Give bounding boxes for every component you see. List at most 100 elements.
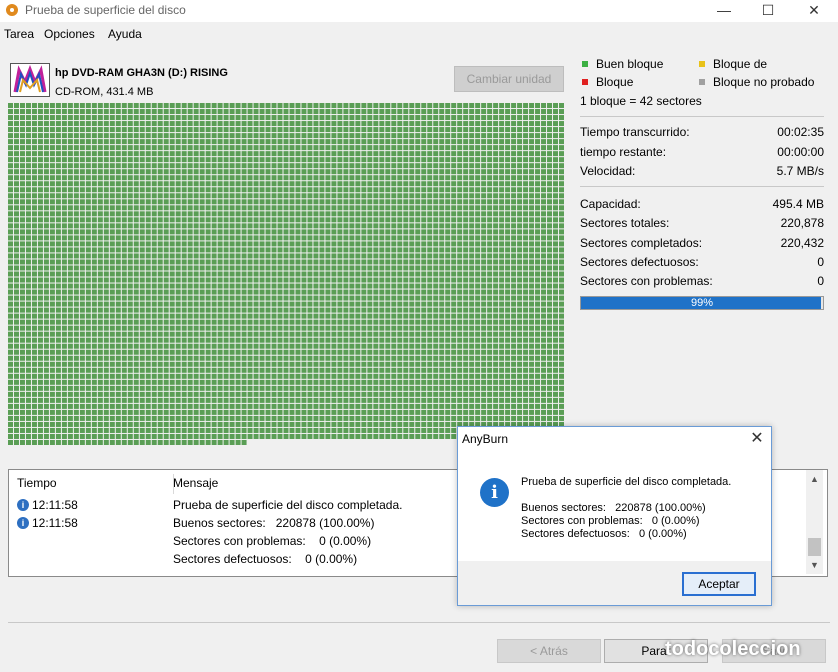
- good-block: [517, 343, 523, 349]
- good-block: [31, 169, 37, 175]
- good-block: [163, 247, 169, 253]
- good-block: [151, 259, 157, 265]
- good-block: [319, 367, 325, 373]
- minimize-button[interactable]: —: [702, 0, 746, 22]
- good-block: [403, 331, 409, 337]
- good-block: [175, 313, 181, 319]
- good-block: [229, 295, 235, 301]
- menu-tarea[interactable]: Tarea: [4, 27, 34, 41]
- good-block: [331, 349, 337, 355]
- good-block: [373, 181, 379, 187]
- good-block: [295, 139, 301, 145]
- good-block: [109, 385, 115, 391]
- good-block: [439, 355, 445, 361]
- good-block: [517, 385, 523, 391]
- good-block: [259, 325, 265, 331]
- good-block: [25, 223, 31, 229]
- good-block: [163, 325, 169, 331]
- good-block: [103, 307, 109, 313]
- good-block: [229, 187, 235, 193]
- good-block: [271, 367, 277, 373]
- good-block: [97, 355, 103, 361]
- good-block: [241, 199, 247, 205]
- good-block: [355, 331, 361, 337]
- good-block: [277, 331, 283, 337]
- good-block: [151, 331, 157, 337]
- good-block: [85, 355, 91, 361]
- good-block: [31, 103, 37, 109]
- good-block: [313, 145, 319, 151]
- good-block: [181, 379, 187, 385]
- change-drive-button[interactable]: Cambiar unidad: [454, 66, 564, 92]
- good-block: [385, 379, 391, 385]
- menu-opciones[interactable]: Opciones: [44, 27, 95, 41]
- good-block: [385, 241, 391, 247]
- good-block: [541, 385, 547, 391]
- good-block: [475, 133, 481, 139]
- good-block: [211, 247, 217, 253]
- good-block: [469, 109, 475, 115]
- good-block: [247, 337, 253, 343]
- good-block: [61, 145, 67, 151]
- good-block: [451, 169, 457, 175]
- good-block: [193, 169, 199, 175]
- good-block: [421, 397, 427, 403]
- good-block: [115, 355, 121, 361]
- good-block: [253, 367, 259, 373]
- good-block: [151, 145, 157, 151]
- good-block: [19, 289, 25, 295]
- good-block: [535, 199, 541, 205]
- good-block: [121, 223, 127, 229]
- good-block: [121, 127, 127, 133]
- good-block: [181, 199, 187, 205]
- good-block: [25, 139, 31, 145]
- good-block: [247, 283, 253, 289]
- good-block: [13, 325, 19, 331]
- good-block: [8, 181, 13, 187]
- good-block: [151, 379, 157, 385]
- good-block: [463, 223, 469, 229]
- good-block: [115, 247, 121, 253]
- drive-logo: [10, 63, 50, 97]
- good-block: [91, 163, 97, 169]
- good-block: [175, 295, 181, 301]
- close-button[interactable]: ✕: [792, 0, 836, 22]
- good-block: [103, 145, 109, 151]
- good-block: [277, 229, 283, 235]
- good-block: [151, 277, 157, 283]
- good-block: [133, 343, 139, 349]
- menu-ayuda[interactable]: Ayuda: [108, 27, 142, 41]
- good-block: [487, 133, 493, 139]
- good-block: [283, 205, 289, 211]
- good-block: [541, 343, 547, 349]
- good-block: [493, 205, 499, 211]
- good-block: [367, 385, 373, 391]
- good-block: [367, 355, 373, 361]
- good-block: [487, 145, 493, 151]
- good-block: [205, 121, 211, 127]
- good-block: [25, 277, 31, 283]
- good-block: [103, 265, 109, 271]
- maximize-button[interactable]: ☐: [746, 0, 790, 22]
- good-block: [487, 385, 493, 391]
- good-block: [331, 235, 337, 241]
- good-block: [355, 115, 361, 121]
- good-block: [301, 103, 307, 109]
- good-block: [343, 205, 349, 211]
- good-block: [361, 379, 367, 385]
- good-block: [205, 301, 211, 307]
- good-block: [19, 127, 25, 133]
- good-block: [67, 283, 73, 289]
- good-block: [223, 349, 229, 355]
- good-block: [79, 409, 85, 415]
- good-block: [127, 229, 133, 235]
- good-block: [349, 289, 355, 295]
- good-block: [109, 121, 115, 127]
- good-block: [103, 367, 109, 373]
- good-block: [553, 253, 559, 259]
- good-block: [295, 325, 301, 331]
- good-block: [415, 193, 421, 199]
- good-block: [529, 409, 535, 415]
- good-block: [529, 325, 535, 331]
- good-block: [349, 271, 355, 277]
